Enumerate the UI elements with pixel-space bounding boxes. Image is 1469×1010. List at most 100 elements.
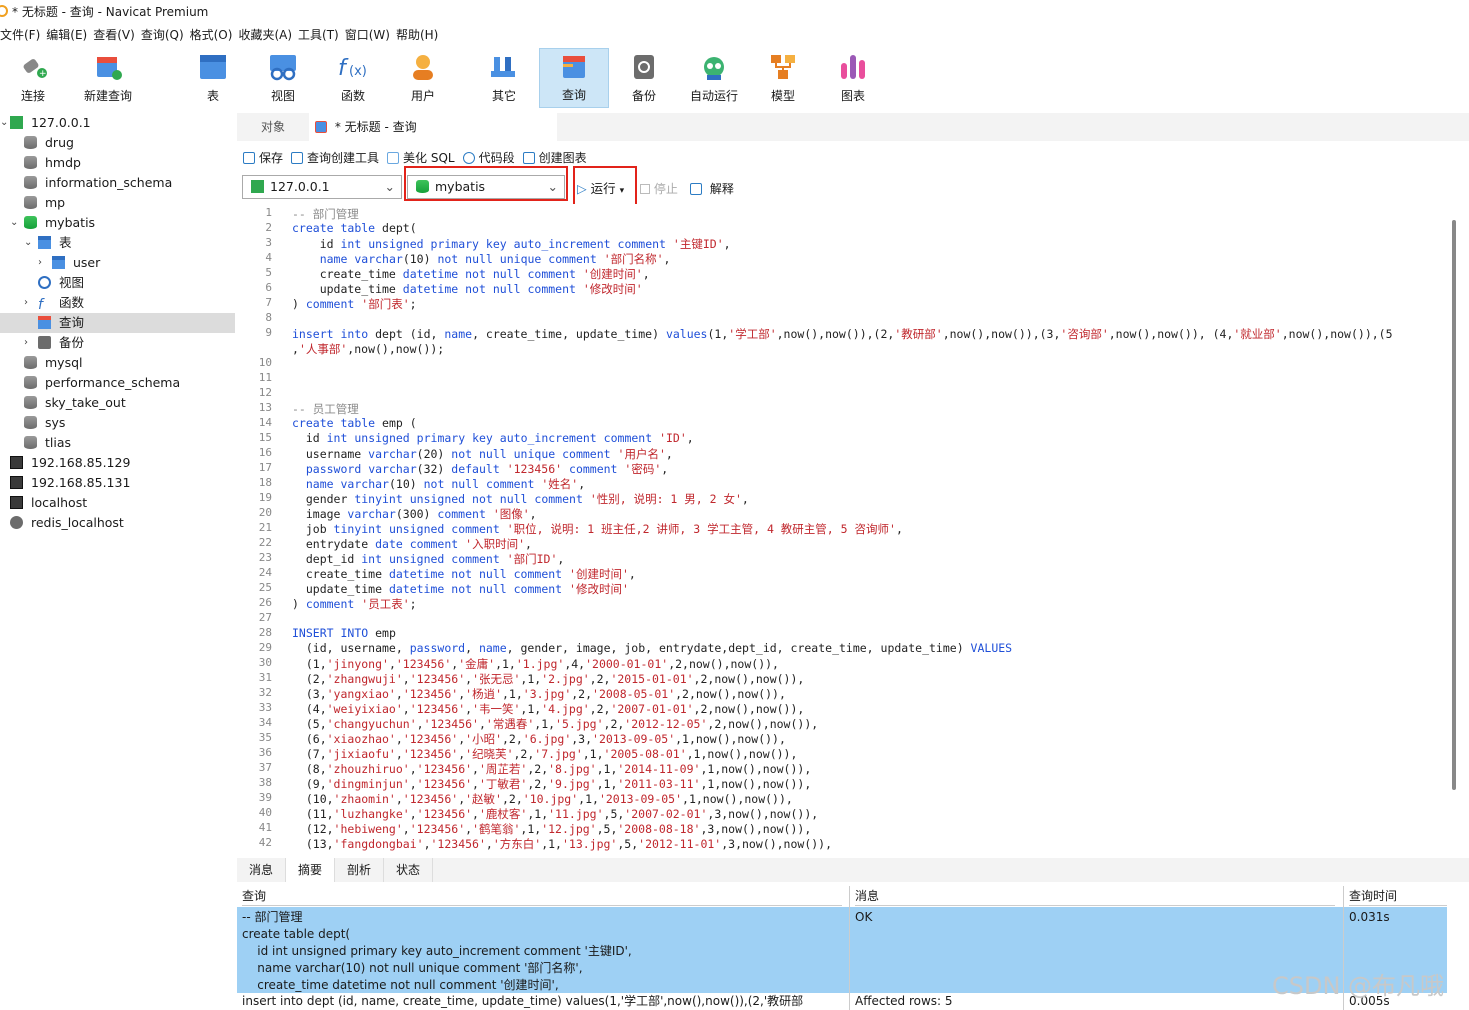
- tree-db-mp[interactable]: mp: [24, 193, 65, 213]
- line-number: 10: [258, 356, 272, 369]
- collapse-arrow-icon[interactable]: ⌄: [24, 237, 32, 248]
- highlight-box: [404, 166, 568, 201]
- backup-button[interactable]: 备份: [621, 48, 667, 108]
- code-line: (2,'zhangwuji','123456','张无忌',1,'2.jpg',…: [292, 672, 805, 686]
- menu-format[interactable]: 格式(O): [190, 25, 239, 45]
- new-query-icon: [93, 53, 123, 81]
- col-header-message[interactable]: 消息: [855, 886, 1335, 906]
- stop-button[interactable]: 停止: [640, 180, 678, 197]
- tree-folder-queries[interactable]: 查询: [38, 313, 84, 333]
- sql-editor[interactable]: 1 -- 部门管理 2 create table dept(3 id int unsi…: [240, 204, 1446, 854]
- tree-db-sys[interactable]: sys: [24, 413, 65, 433]
- collapse-arrow-icon[interactable]: ⌄: [0, 117, 8, 128]
- tree-folder-backups[interactable]: 备份: [38, 333, 84, 353]
- create-chart-button[interactable]: 创建图表: [522, 149, 587, 166]
- tree-connection-localhost[interactable]: localhost: [10, 493, 87, 513]
- tree-connection-131[interactable]: 192.168.85.131: [10, 473, 130, 493]
- builder-icon: [291, 151, 304, 164]
- connection-select[interactable]: 127.0.0.1 ⌄: [242, 175, 402, 199]
- line-number: 1: [265, 206, 272, 219]
- view-button[interactable]: 视图: [260, 48, 306, 108]
- save-button[interactable]: 保存: [243, 149, 283, 166]
- new-query-button[interactable]: 新建查询: [80, 48, 136, 108]
- database-icon: [24, 416, 37, 429]
- result-row1-query: -- 部门管理 create table dept( id int unsign…: [242, 910, 632, 992]
- code-line: (id, username, password, name, gender, i…: [292, 641, 1013, 655]
- code-line: (5,'changyuchun','123456','常遇春',1,'5.jpg…: [292, 717, 819, 731]
- chart-button[interactable]: 图表: [830, 48, 876, 108]
- other-button[interactable]: 其它: [474, 48, 534, 108]
- line-number: 25: [258, 581, 272, 594]
- col-header-query[interactable]: 查询: [242, 886, 842, 906]
- tree-table-user[interactable]: user: [52, 253, 100, 273]
- menu-window[interactable]: 窗口(W): [345, 25, 396, 45]
- database-icon: [24, 436, 37, 449]
- line-number: 36: [258, 746, 272, 759]
- automation-button[interactable]: 自动运行: [684, 48, 744, 108]
- tree-connection-redis[interactable]: redis_localhost: [10, 513, 124, 533]
- tree-db-sky-take-out[interactable]: sky_take_out: [24, 393, 126, 413]
- tab-messages[interactable]: 消息: [237, 858, 287, 882]
- tree-connection-129[interactable]: 192.168.85.129: [10, 453, 130, 473]
- backup-icon: [629, 53, 659, 81]
- tree-db-mybatis[interactable]: mybatis: [24, 213, 95, 233]
- editor-scrollbar[interactable]: [1452, 220, 1456, 790]
- code-line: name varchar(10) not null comment '姓名',: [305, 477, 586, 491]
- query-button[interactable]: 查询: [539, 48, 609, 108]
- connection-icon: [10, 476, 23, 489]
- code-line: INSERT INTO emp: [292, 626, 396, 640]
- tab-summary[interactable]: 摘要: [286, 858, 336, 882]
- window-title: * 无标题 - 查询 - Navicat Premium: [12, 4, 209, 19]
- plug-icon: +: [18, 53, 48, 81]
- tree-db-hmdp[interactable]: hmdp: [24, 153, 81, 173]
- tab-status[interactable]: 状态: [384, 858, 434, 882]
- tree-db-performance-schema[interactable]: performance_schema: [24, 373, 180, 393]
- user-button[interactable]: 用户: [400, 48, 446, 108]
- connect-button[interactable]: + 连接: [8, 48, 58, 108]
- svg-text:+: +: [39, 69, 47, 79]
- tree-folder-tables[interactable]: 表: [38, 233, 72, 253]
- col-header-time[interactable]: 查询时间: [1349, 886, 1447, 906]
- table-icon: [198, 53, 228, 81]
- collapse-arrow-icon[interactable]: ⌄: [10, 217, 18, 228]
- explain-button[interactable]: 解释: [690, 180, 734, 197]
- line-number: 15: [258, 431, 272, 444]
- tree-folder-functions[interactable]: f 函数: [38, 293, 84, 313]
- expand-arrow-icon[interactable]: ›: [24, 337, 28, 348]
- stop-icon: [640, 184, 650, 194]
- snippet-icon: [462, 151, 475, 164]
- menu-tools[interactable]: 工具(T): [298, 25, 345, 45]
- line-number: 23: [258, 551, 272, 564]
- menu-help[interactable]: 帮助(H): [396, 25, 444, 45]
- code-line: gender tinyint unsigned not null comment…: [292, 492, 749, 506]
- tree-db-information-schema[interactable]: information_schema: [24, 173, 172, 193]
- menu-query[interactable]: 查询(Q): [141, 25, 190, 45]
- menu-edit[interactable]: 编辑(E): [46, 25, 93, 45]
- line-number: 6: [265, 281, 272, 294]
- code-snippet-button[interactable]: 代码段: [462, 149, 515, 166]
- tree-folder-views[interactable]: 视图: [38, 273, 84, 293]
- tab-query[interactable]: * 无标题 - 查询: [309, 113, 557, 141]
- code-line: (6,'xiaozhao','123456','小昭',2,'6.jpg',3,…: [292, 732, 786, 746]
- menu-favorites[interactable]: 收藏夹(A): [238, 25, 298, 45]
- tab-objects[interactable]: 对象: [237, 113, 309, 141]
- tree-connection-127[interactable]: 127.0.0.1: [10, 113, 91, 133]
- function-button[interactable]: f (x) 函数: [330, 48, 376, 108]
- table-button[interactable]: 表: [190, 48, 236, 108]
- model-button[interactable]: 模型: [760, 48, 806, 108]
- expand-arrow-icon[interactable]: ›: [38, 257, 42, 268]
- tree-db-tlias[interactable]: tlias: [24, 433, 71, 453]
- menu-file[interactable]: 文件(F): [0, 25, 46, 45]
- code-line: (7,'jixiaofu','123456','纪晓芙',2,'7.jpg',1…: [292, 747, 798, 761]
- query-builder-button[interactable]: 查询创建工具: [291, 149, 379, 166]
- tree-db-mysql[interactable]: mysql: [24, 353, 83, 373]
- expand-arrow-icon[interactable]: ›: [24, 297, 28, 308]
- code-line: name varchar(10) not null unique comment…: [319, 252, 671, 266]
- tree-db-drug[interactable]: drug: [24, 133, 74, 153]
- line-number: 19: [258, 491, 272, 504]
- menu-view[interactable]: 查看(V): [93, 25, 141, 45]
- tab-profile[interactable]: 剖析: [335, 858, 385, 882]
- beautify-sql-button[interactable]: 美化 SQL: [387, 149, 455, 166]
- main-toolbar: + 连接 新建查询 表 视图 f (x) 函数 用户 其它 查询 备份 自动运行 …: [0, 48, 1469, 110]
- database-icon: [24, 176, 37, 189]
